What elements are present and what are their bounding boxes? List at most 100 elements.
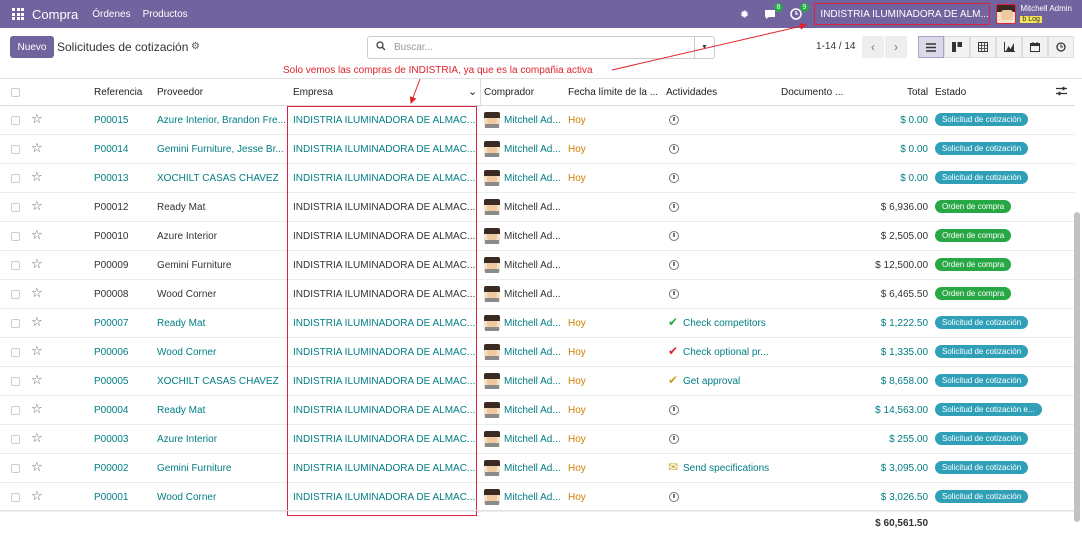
company-switcher[interactable]: INDISTRIA ILUMINADORA DE ALM... — [814, 3, 991, 25]
cell-reference[interactable]: P00013 — [94, 173, 128, 184]
cell-vendor[interactable]: Wood Corner — [157, 289, 285, 300]
cell-buyer[interactable]: Mitchell Ad... — [504, 115, 561, 126]
column-estado[interactable]: Estado — [935, 87, 966, 98]
menu-ordenes[interactable]: Órdenes — [92, 9, 130, 20]
table-row[interactable]: ☆ P00014 Gemini Furniture, Jesse Br... INDI… — [0, 135, 1075, 164]
priority-star-icon[interactable]: ☆ — [31, 344, 43, 357]
cell-buyer[interactable]: Mitchell Ad... — [504, 492, 561, 503]
activity-clock-icon[interactable] — [669, 405, 679, 415]
cell-buyer[interactable]: Mitchell Ad... — [504, 434, 561, 445]
priority-star-icon[interactable]: ☆ — [31, 112, 43, 125]
cell-deadline[interactable]: Hoy — [568, 434, 586, 445]
row-checkbox[interactable] — [11, 145, 20, 154]
activity-clock-icon[interactable] — [669, 289, 679, 299]
activity-type-icon[interactable]: ✔ — [668, 374, 678, 386]
search-input[interactable]: Buscar... — [394, 42, 433, 53]
row-checkbox[interactable] — [11, 493, 20, 502]
table-row[interactable]: ☆ P00008 Wood Corner INDISTRIA ILUMINADORA … — [0, 280, 1075, 309]
cell-deadline[interactable]: Hoy — [568, 173, 586, 184]
cell-activity[interactable]: Check competitors — [683, 318, 766, 329]
cell-company[interactable]: INDISTRIA ILUMINADORA DE ALMAC... — [293, 492, 477, 503]
cell-buyer[interactable]: Mitchell Ad... — [504, 173, 561, 184]
user-avatar[interactable] — [996, 4, 1017, 24]
table-row[interactable]: ☆ P00010 Azure Interior INDISTRIA ILUMINADO… — [0, 222, 1075, 251]
cell-deadline[interactable]: Hoy — [568, 463, 586, 474]
search-bar[interactable]: Buscar... ▼ — [367, 36, 715, 59]
pivot-view-button[interactable] — [970, 36, 996, 58]
cell-company[interactable]: INDISTRIA ILUMINADORA DE ALMAC... — [293, 202, 477, 213]
priority-star-icon[interactable]: ☆ — [31, 460, 43, 473]
cell-reference[interactable]: P00005 — [94, 376, 128, 387]
priority-star-icon[interactable]: ☆ — [31, 199, 43, 212]
cell-buyer[interactable]: Mitchell Ad... — [504, 405, 561, 416]
table-row[interactable]: ☆ P00005 XOCHILT CASAS CHAVEZ INDISTRIA ILU… — [0, 367, 1075, 396]
activity-clock-icon[interactable] — [669, 144, 679, 154]
cell-reference[interactable]: P00004 — [94, 405, 128, 416]
cell-buyer[interactable]: Mitchell Ad... — [504, 202, 561, 213]
cell-buyer[interactable]: Mitchell Ad... — [504, 231, 561, 242]
table-row[interactable]: ☆ P00004 Ready Mat INDISTRIA ILUMINADORA DE… — [0, 396, 1075, 425]
bug-icon[interactable]: ✹ — [736, 6, 752, 22]
menu-productos[interactable]: Productos — [143, 9, 188, 20]
cell-vendor[interactable]: Ready Mat — [157, 318, 285, 329]
table-row[interactable]: ☆ P00002 Gemini Furniture INDISTRIA ILUMINA… — [0, 454, 1075, 483]
cell-reference[interactable]: P00007 — [94, 318, 128, 329]
cell-company[interactable]: INDISTRIA ILUMINADORA DE ALMAC... — [293, 173, 477, 184]
kanban-view-button[interactable] — [944, 36, 970, 58]
cell-company[interactable]: INDISTRIA ILUMINADORA DE ALMAC... — [293, 347, 477, 358]
row-checkbox[interactable] — [11, 116, 20, 125]
column-comprador[interactable]: Comprador — [484, 87, 534, 98]
cell-company[interactable]: INDISTRIA ILUMINADORA DE ALMAC... — [293, 289, 477, 300]
graph-view-button[interactable] — [996, 36, 1022, 58]
priority-star-icon[interactable]: ☆ — [31, 141, 43, 154]
row-checkbox[interactable] — [11, 435, 20, 444]
column-documento[interactable]: Documento ... — [781, 87, 843, 98]
activity-clock-icon[interactable] — [669, 231, 679, 241]
column-referencia[interactable]: Referencia — [94, 87, 142, 98]
column-proveedor[interactable]: Proveedor — [157, 87, 203, 98]
cell-deadline[interactable]: Hoy — [568, 144, 586, 155]
cell-buyer[interactable]: Mitchell Ad... — [504, 376, 561, 387]
chevron-down-icon[interactable]: ⌄ — [468, 85, 477, 98]
cell-vendor[interactable]: Gemini Furniture, Jesse Br... — [157, 144, 285, 155]
cell-reference[interactable]: P00009 — [94, 260, 128, 271]
cell-activity[interactable]: Send specifications — [683, 463, 769, 474]
cell-vendor[interactable]: XOCHILT CASAS CHAVEZ — [157, 376, 285, 387]
cell-reference[interactable]: P00014 — [94, 144, 128, 155]
activity-clock-icon[interactable] — [669, 115, 679, 125]
activities-clock-icon[interactable]: 9 — [788, 3, 810, 22]
priority-star-icon[interactable]: ☆ — [31, 257, 43, 270]
cell-reference[interactable]: P00010 — [94, 231, 128, 242]
cell-vendor[interactable]: XOCHILT CASAS CHAVEZ — [157, 173, 285, 184]
cell-buyer[interactable]: Mitchell Ad... — [504, 260, 561, 271]
cell-deadline[interactable]: Hoy — [568, 492, 586, 503]
activity-type-icon[interactable]: ✔ — [668, 345, 678, 357]
activity-clock-icon[interactable] — [669, 202, 679, 212]
scrollbar[interactable] — [1074, 212, 1080, 522]
cell-vendor[interactable]: Wood Corner — [157, 492, 285, 503]
priority-star-icon[interactable]: ☆ — [31, 431, 43, 444]
cell-buyer[interactable]: Mitchell Ad... — [504, 347, 561, 358]
cell-buyer[interactable]: Mitchell Ad... — [504, 289, 561, 300]
column-separator[interactable] — [480, 79, 481, 106]
cell-vendor[interactable]: Azure Interior — [157, 231, 285, 242]
cell-vendor[interactable]: Ready Mat — [157, 202, 285, 213]
cell-buyer[interactable]: Mitchell Ad... — [504, 144, 561, 155]
activity-clock-icon[interactable] — [669, 173, 679, 183]
select-all-checkbox[interactable] — [11, 88, 20, 97]
cell-reference[interactable]: P00012 — [94, 202, 128, 213]
row-checkbox[interactable] — [11, 348, 20, 357]
cell-deadline[interactable]: Hoy — [568, 405, 586, 416]
table-row[interactable]: ☆ P00015 Azure Interior, Brandon Fre... IND… — [0, 106, 1075, 135]
priority-star-icon[interactable]: ☆ — [31, 170, 43, 183]
cell-buyer[interactable]: Mitchell Ad... — [504, 318, 561, 329]
pager-value[interactable]: 1-14 / 14 — [816, 41, 855, 52]
app-name[interactable]: Compra — [32, 7, 78, 22]
row-checkbox[interactable] — [11, 174, 20, 183]
cell-deadline[interactable]: Hoy — [568, 318, 586, 329]
column-actividades[interactable]: Actividades — [666, 87, 717, 98]
user-menu[interactable]: Mitchell Admin b Log — [1020, 4, 1072, 25]
cell-vendor[interactable]: Azure Interior, Brandon Fre... — [157, 115, 285, 126]
row-checkbox[interactable] — [11, 232, 20, 241]
row-checkbox[interactable] — [11, 203, 20, 212]
